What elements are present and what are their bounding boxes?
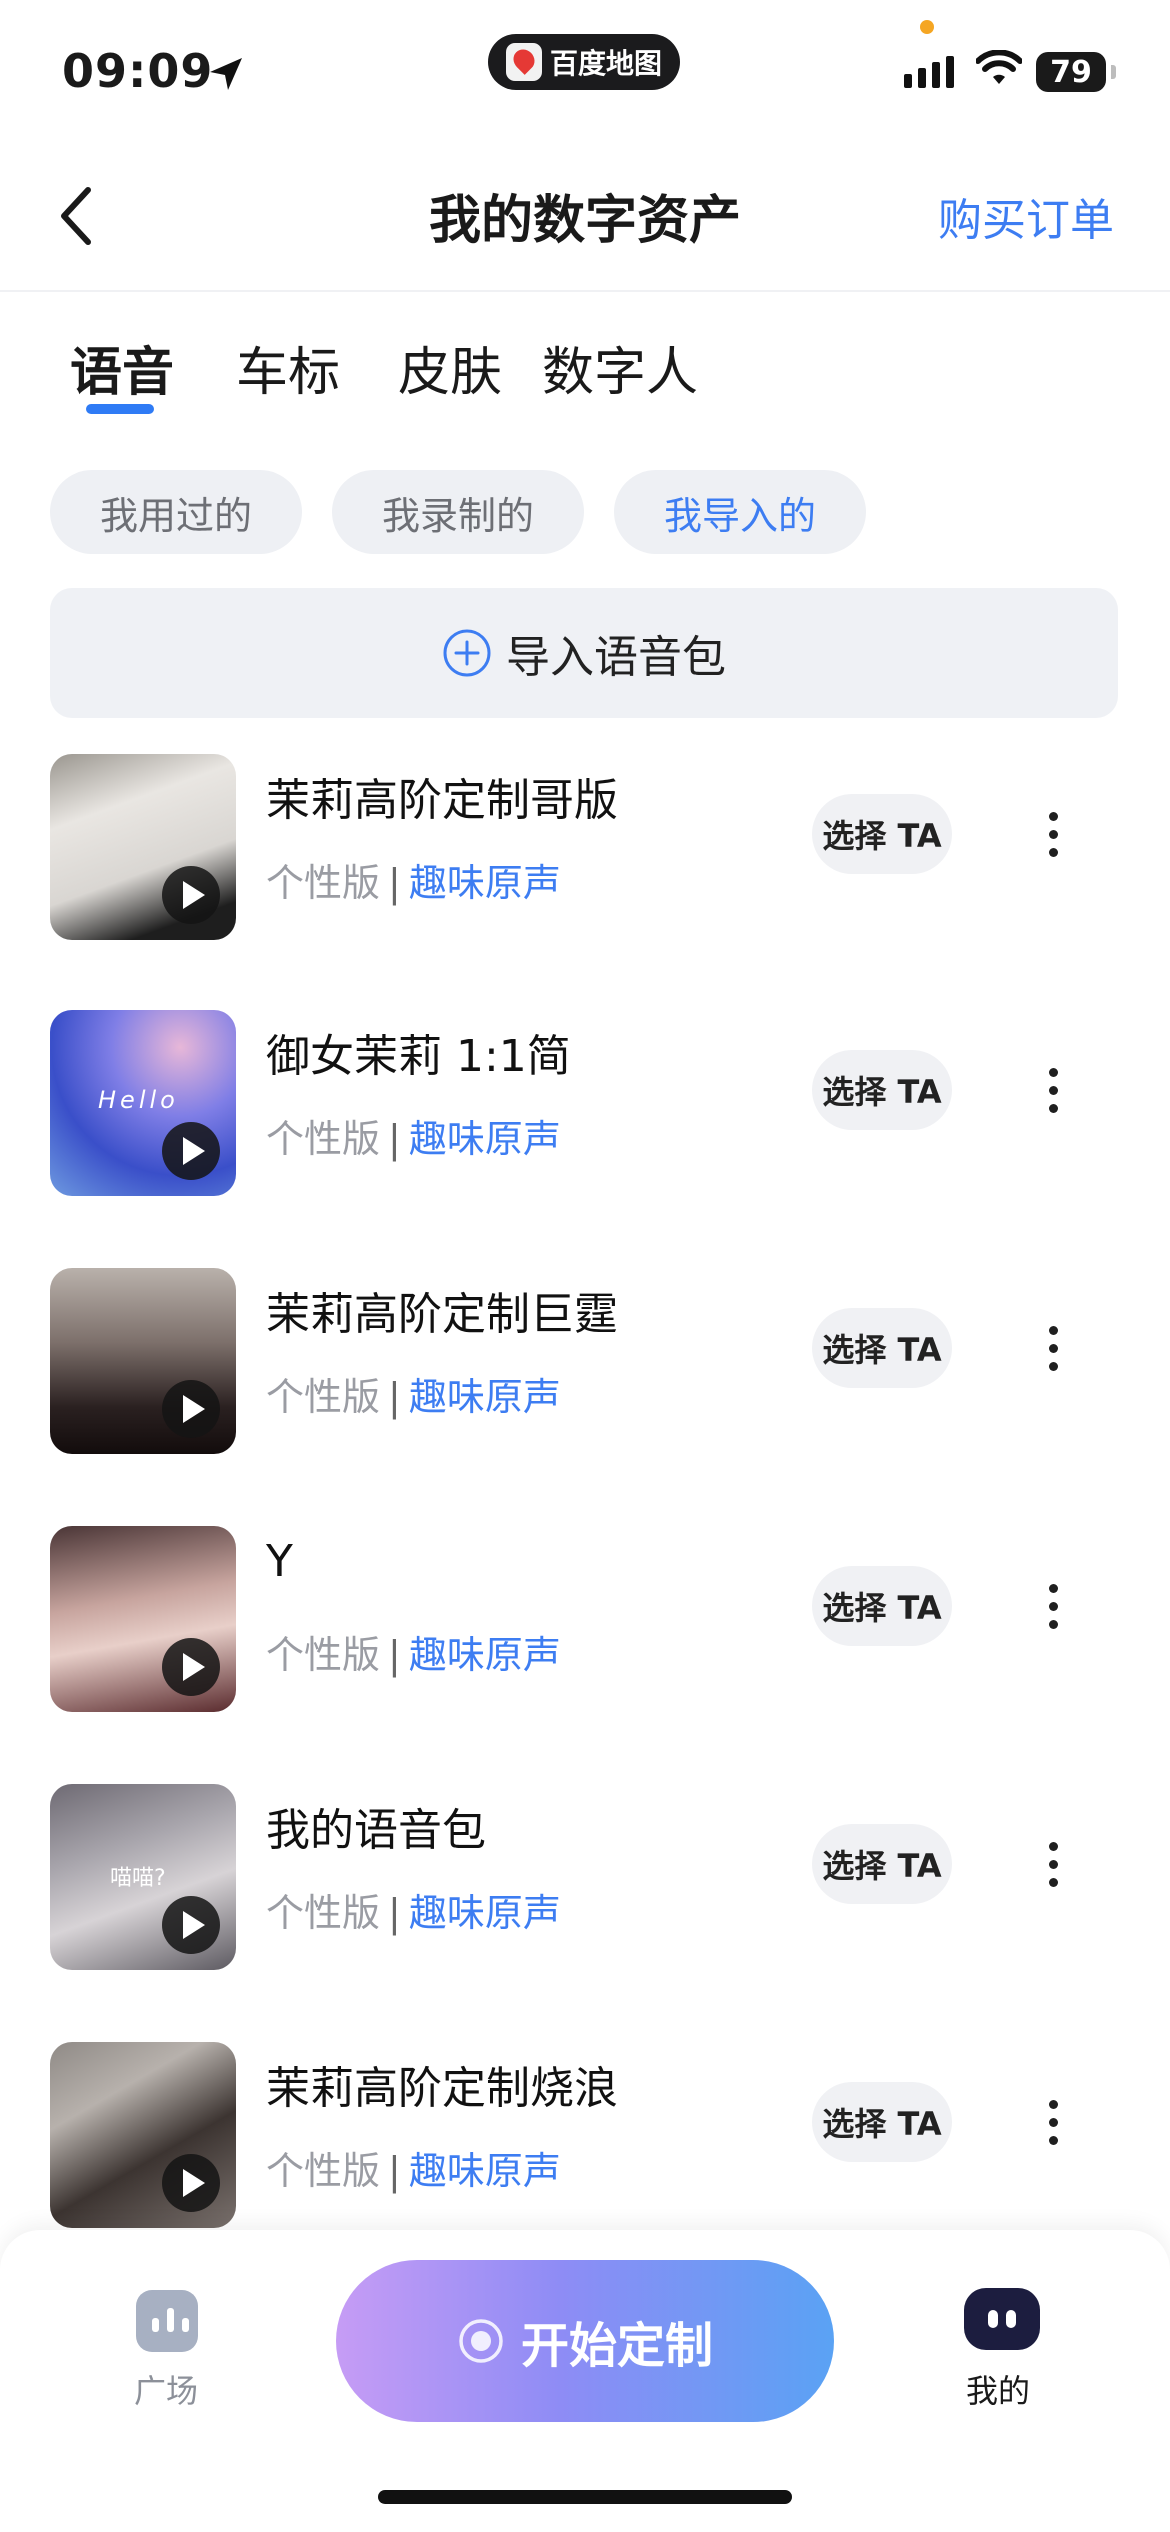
list-item: 茉莉高阶定制巨霆 个性版 | 趣味原声 选择 TA xyxy=(0,1256,1170,1456)
voice-name: 茉莉高阶定制烧浪 xyxy=(266,2063,618,2114)
list-item: 喵喵? 我的语音包 个性版 | 趣味原声 选择 TA xyxy=(0,1772,1170,1972)
filter-imported[interactable]: 我导入的 xyxy=(614,470,866,554)
start-customize-label: 开始定制 xyxy=(520,2318,713,2374)
thumbnail-caption: 喵喵? xyxy=(110,1866,166,1891)
voice-name: 茉莉高阶定制巨霆 xyxy=(266,1289,618,1340)
more-options-icon[interactable] xyxy=(1030,1050,1076,1130)
meta-separator: | xyxy=(388,1117,401,1161)
voice-name: 御女茉莉 1:1简 xyxy=(266,1031,571,1082)
play-icon[interactable] xyxy=(162,866,220,924)
voice-type: 个性版 xyxy=(266,1375,381,1419)
voice-meta: 个性版 | 趣味原声 xyxy=(266,1882,561,1937)
active-tab-indicator xyxy=(86,404,154,414)
voice-name: Y xyxy=(266,1536,293,1587)
header-divider xyxy=(0,290,1170,292)
more-options-icon[interactable] xyxy=(1030,1308,1076,1388)
status-bar: 09:09 百度地图 79 xyxy=(0,0,1170,140)
voice-thumbnail[interactable] xyxy=(50,2042,236,2228)
voice-meta: 个性版 | 趣味原声 xyxy=(266,1624,561,1679)
tab-voice[interactable]: 语音 xyxy=(70,330,174,405)
play-icon[interactable] xyxy=(162,2154,220,2212)
list-item: 茉莉高阶定制哥版 个性版 | 趣味原声 选择 TA xyxy=(0,740,1170,940)
plaza-icon-bars xyxy=(152,2308,189,2332)
voice-type: 个性版 xyxy=(266,1117,381,1161)
voice-thumbnail[interactable] xyxy=(50,754,236,940)
voice-name: 我的语音包 xyxy=(266,1805,486,1856)
home-indicator xyxy=(378,2490,792,2504)
record-icon xyxy=(459,2319,503,2363)
voice-tag[interactable]: 趣味原声 xyxy=(409,1891,561,1935)
more-options-icon[interactable] xyxy=(1030,1824,1076,1904)
meta-separator: | xyxy=(388,1891,401,1935)
voice-thumbnail[interactable]: 喵喵? xyxy=(50,1784,236,1970)
filter-recorded[interactable]: 我录制的 xyxy=(332,470,584,554)
voice-type: 个性版 xyxy=(266,1891,381,1935)
voice-tag[interactable]: 趣味原声 xyxy=(409,1117,561,1161)
app-pill-label: 百度地图 xyxy=(549,47,662,80)
nav-mine-label: 我的 xyxy=(966,2372,1031,2410)
battery-indicator: 79 xyxy=(1036,52,1116,92)
import-voice-pack-button[interactable]: 导入语音包 xyxy=(50,588,1118,718)
wifi-icon xyxy=(976,50,1022,84)
more-options-icon[interactable] xyxy=(1030,1566,1076,1646)
more-options-icon[interactable] xyxy=(1030,2082,1076,2162)
meta-separator: | xyxy=(388,861,401,905)
nav-plaza-label: 广场 xyxy=(134,2372,199,2410)
select-ta-button[interactable]: 选择 TA xyxy=(812,1050,952,1130)
voice-type: 个性版 xyxy=(266,1633,381,1677)
tab-digital-human[interactable]: 数字人 xyxy=(542,330,698,405)
filter-used[interactable]: 我用过的 xyxy=(50,470,302,554)
select-ta-button[interactable]: 选择 TA xyxy=(812,794,952,874)
cellular-signal-icon xyxy=(904,56,954,88)
play-icon[interactable] xyxy=(162,1122,220,1180)
select-ta-button[interactable]: 选择 TA xyxy=(812,1308,952,1388)
voice-meta: 个性版 | 趣味原声 xyxy=(266,1366,561,1421)
list-item: Hello 御女茉莉 1:1简 个性版 | 趣味原声 选择 TA xyxy=(0,998,1170,1198)
back-to-app-pill[interactable]: 百度地图 xyxy=(488,34,680,90)
voice-tag[interactable]: 趣味原声 xyxy=(409,1375,561,1419)
play-icon[interactable] xyxy=(162,1638,220,1696)
voice-meta: 个性版 | 趣味原声 xyxy=(266,2140,561,2195)
voice-type: 个性版 xyxy=(266,2149,381,2193)
list-item: 茉莉高阶定制烧浪 个性版 | 趣味原声 选择 TA xyxy=(0,2030,1170,2230)
voice-type: 个性版 xyxy=(266,861,381,905)
voice-name: 茉莉高阶定制哥版 xyxy=(266,775,618,826)
purchase-orders-link[interactable]: 购买订单 xyxy=(938,184,1114,248)
meta-separator: | xyxy=(388,1633,401,1677)
baidu-map-app-icon xyxy=(505,43,542,81)
play-icon[interactable] xyxy=(162,1380,220,1438)
bottom-nav: 广场 开始定制 我的 xyxy=(0,2230,1170,2532)
privacy-indicator-dot xyxy=(920,20,934,34)
voice-thumbnail[interactable] xyxy=(50,1526,236,1712)
meta-separator: | xyxy=(388,2149,401,2193)
robot-avatar-icon xyxy=(964,2288,1040,2350)
start-customize-button[interactable]: 开始定制 xyxy=(336,2260,834,2422)
voice-tag[interactable]: 趣味原声 xyxy=(409,2149,561,2193)
import-voice-pack-label: 导入语音包 xyxy=(506,632,726,683)
meta-separator: | xyxy=(388,1375,401,1419)
tab-car-logo[interactable]: 车标 xyxy=(236,330,340,405)
voice-thumbnail[interactable] xyxy=(50,1268,236,1454)
select-ta-button[interactable]: 选择 TA xyxy=(812,1824,952,1904)
voice-tag[interactable]: 趣味原声 xyxy=(409,1633,561,1677)
voice-meta: 个性版 | 趣味原声 xyxy=(266,1108,561,1163)
status-time: 09:09 xyxy=(62,44,214,98)
play-icon[interactable] xyxy=(162,1896,220,1954)
select-ta-button[interactable]: 选择 TA xyxy=(812,1566,952,1646)
location-arrow-icon xyxy=(210,58,242,90)
voice-thumbnail[interactable]: Hello xyxy=(50,1010,236,1196)
voice-tag[interactable]: 趣味原声 xyxy=(409,861,561,905)
voice-meta: 个性版 | 趣味原声 xyxy=(266,852,561,907)
plus-circle-icon xyxy=(443,629,491,677)
more-options-icon[interactable] xyxy=(1030,794,1076,874)
tab-skin[interactable]: 皮肤 xyxy=(398,330,502,405)
select-ta-button[interactable]: 选择 TA xyxy=(812,2082,952,2162)
thumbnail-caption: Hello xyxy=(98,1086,179,1114)
list-item: Y 个性版 | 趣味原声 选择 TA xyxy=(0,1514,1170,1714)
